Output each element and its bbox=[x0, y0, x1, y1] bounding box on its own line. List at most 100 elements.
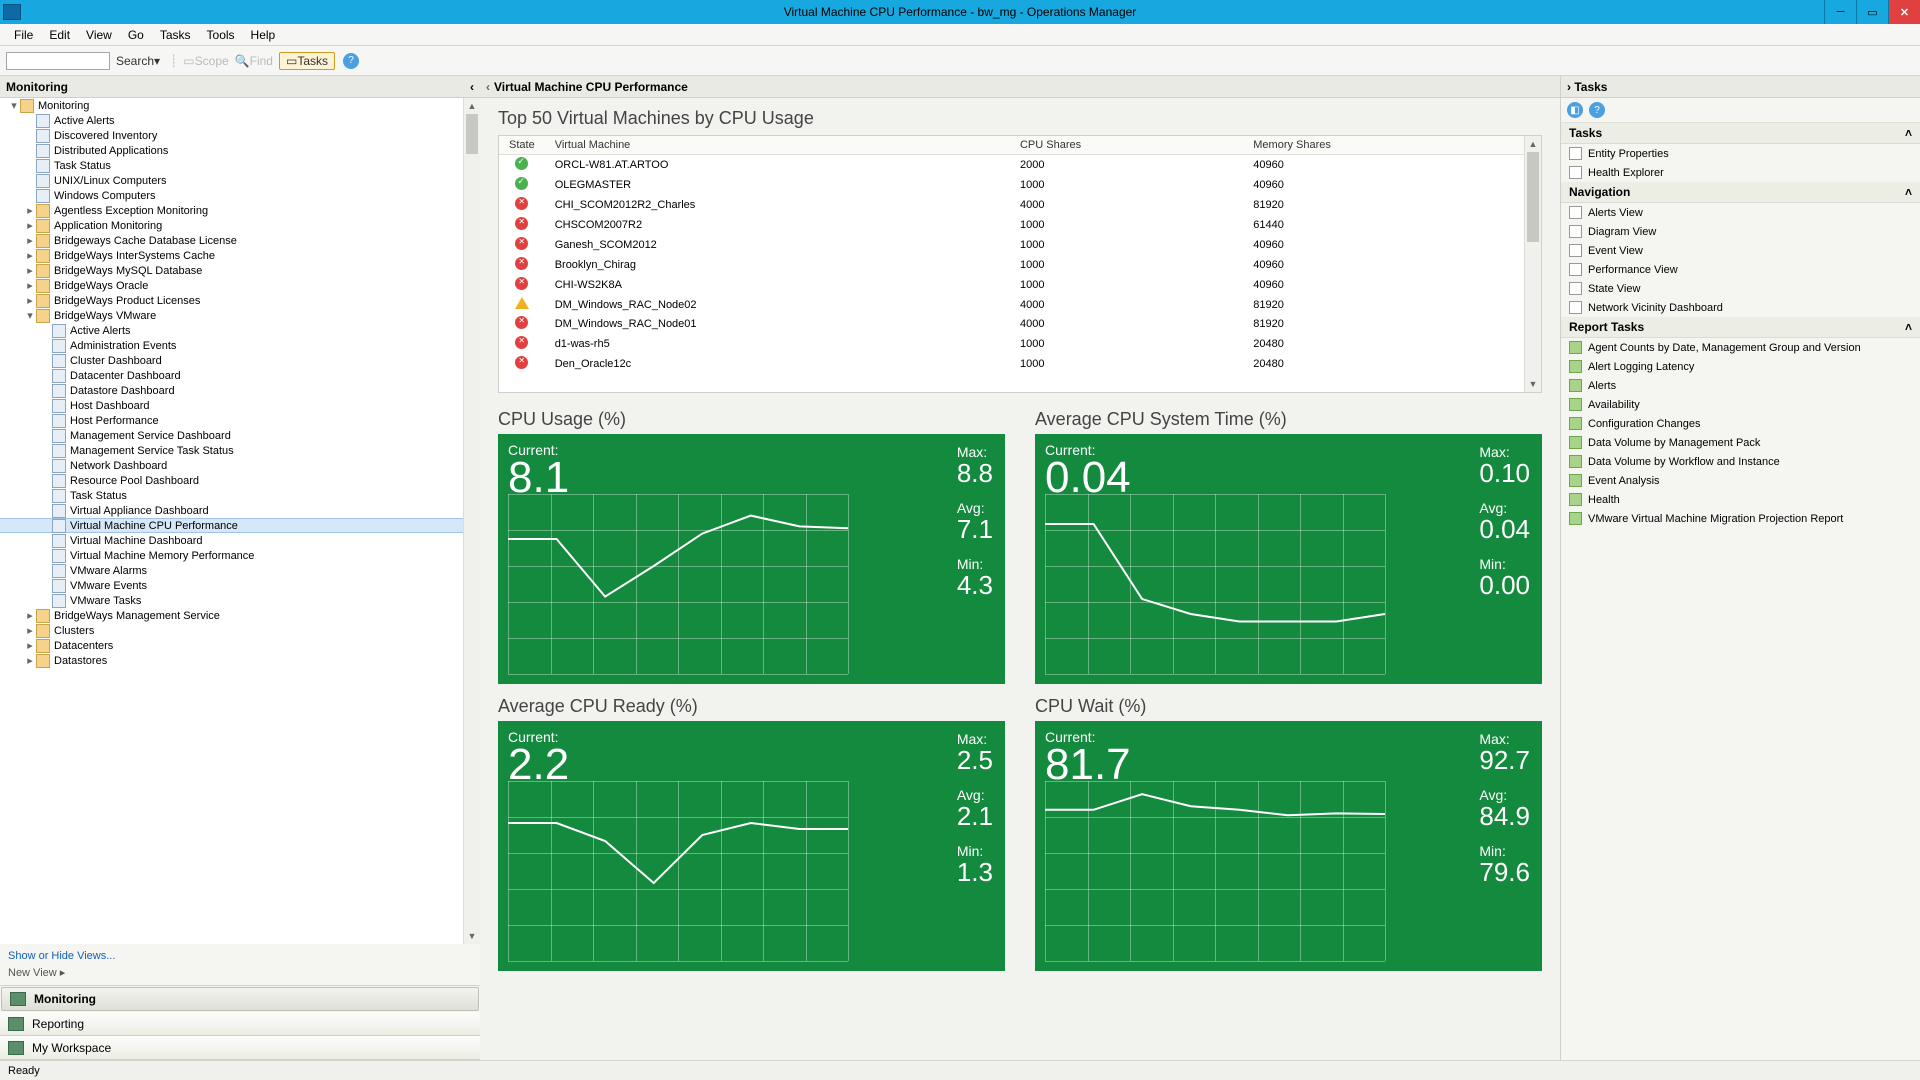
task-item[interactable]: Entity Properties bbox=[1561, 144, 1920, 163]
tree-item[interactable]: BridgeWays Product Licenses bbox=[0, 293, 480, 308]
tree-item[interactable]: Distributed Applications bbox=[0, 143, 480, 158]
tree-item[interactable]: VMware Alarms bbox=[0, 563, 480, 578]
tree-item[interactable]: Task Status bbox=[0, 488, 480, 503]
tree-item[interactable]: Virtual Machine Dashboard bbox=[0, 533, 480, 548]
table-row[interactable]: Brooklyn_Chirag100040960 bbox=[499, 255, 1524, 275]
task-item[interactable]: Health Explorer bbox=[1561, 163, 1920, 182]
workspace-monitoring[interactable]: Monitoring bbox=[1, 987, 479, 1011]
tasks-section-header[interactable]: Tasks˄ bbox=[1561, 123, 1920, 144]
table-row[interactable]: Den_Oracle12c100020480 bbox=[499, 354, 1524, 374]
task-item[interactable]: Agent Counts by Date, Management Group a… bbox=[1561, 338, 1920, 357]
task-item[interactable]: Event View bbox=[1561, 241, 1920, 260]
tree-item[interactable]: Windows Computers bbox=[0, 188, 480, 203]
tasks-help-icon[interactable]: ? bbox=[1589, 102, 1605, 118]
workspace-my-workspace[interactable]: My Workspace bbox=[0, 1036, 480, 1060]
find-button[interactable]: 🔍 Find bbox=[235, 54, 273, 68]
tree-item[interactable]: Virtual Machine Memory Performance bbox=[0, 548, 480, 563]
tree-item[interactable]: UNIX/Linux Computers bbox=[0, 173, 480, 188]
table-row[interactable]: d1-was-rh5100020480 bbox=[499, 334, 1524, 354]
tasks-toggle-button[interactable]: ▭ Tasks bbox=[279, 52, 335, 70]
tree-item[interactable]: Clusters bbox=[0, 623, 480, 638]
close-button[interactable]: ✕ bbox=[1888, 0, 1920, 24]
tree-item[interactable]: Administration Events bbox=[0, 338, 480, 353]
menu-view[interactable]: View bbox=[78, 26, 120, 44]
task-item[interactable]: Diagram View bbox=[1561, 222, 1920, 241]
task-item[interactable]: Network Vicinity Dashboard bbox=[1561, 298, 1920, 317]
table-row[interactable]: CHI-WS2K8A100040960 bbox=[499, 275, 1524, 295]
task-item[interactable]: Availability bbox=[1561, 395, 1920, 414]
menu-go[interactable]: Go bbox=[120, 26, 152, 44]
tree-item[interactable]: Active Alerts bbox=[0, 113, 480, 128]
new-view-link[interactable]: New View ▸ bbox=[8, 964, 472, 981]
table-row[interactable]: DM_Windows_RAC_Node02400081920 bbox=[499, 295, 1524, 314]
menu-tools[interactable]: Tools bbox=[199, 26, 243, 44]
tasks-section-header[interactable]: Report Tasks˄ bbox=[1561, 317, 1920, 338]
menu-file[interactable]: File bbox=[6, 26, 41, 44]
tree-item[interactable]: VMware Tasks bbox=[0, 593, 480, 608]
table-row[interactable]: Ganesh_SCOM2012100040960 bbox=[499, 235, 1524, 255]
column-header[interactable]: CPU Shares bbox=[1010, 136, 1243, 155]
nav-tree[interactable]: MonitoringActive AlertsDiscovered Invent… bbox=[0, 98, 480, 944]
tree-item[interactable]: Task Status bbox=[0, 158, 480, 173]
tree-item[interactable]: Bridgeways Cache Database License bbox=[0, 233, 480, 248]
tree-item[interactable]: Application Monitoring bbox=[0, 218, 480, 233]
tree-item[interactable]: Host Performance bbox=[0, 413, 480, 428]
task-item[interactable]: State View bbox=[1561, 279, 1920, 298]
maximize-button[interactable]: ▭ bbox=[1856, 0, 1888, 24]
tree-item[interactable]: Host Dashboard bbox=[0, 398, 480, 413]
tree-item[interactable]: BridgeWays VMware bbox=[0, 308, 480, 323]
tree-item[interactable]: Resource Pool Dashboard bbox=[0, 473, 480, 488]
collapse-nav-icon[interactable]: ‹ bbox=[470, 80, 474, 94]
tree-item[interactable]: Agentless Exception Monitoring bbox=[0, 203, 480, 218]
nav-scrollbar[interactable]: ▲ ▼ bbox=[463, 98, 480, 944]
tree-item[interactable]: BridgeWays Oracle bbox=[0, 278, 480, 293]
table-row[interactable]: ORCL-W81.AT.ARTOO200040960 bbox=[499, 155, 1524, 176]
table-scrollbar[interactable]: ▲▼ bbox=[1524, 136, 1541, 392]
back-icon[interactable]: ‹ bbox=[486, 80, 490, 94]
show-hide-views-link[interactable]: Show or Hide Views... bbox=[8, 948, 472, 964]
table-row[interactable]: DM_Windows_RAC_Node01400081920 bbox=[499, 314, 1524, 334]
tree-item[interactable]: Active Alerts bbox=[0, 323, 480, 338]
task-item[interactable]: Alerts bbox=[1561, 376, 1920, 395]
workspace-reporting[interactable]: Reporting bbox=[0, 1012, 480, 1036]
task-item[interactable]: Data Volume by Workflow and Instance bbox=[1561, 452, 1920, 471]
task-item[interactable]: Event Analysis bbox=[1561, 471, 1920, 490]
task-item[interactable]: Alerts View bbox=[1561, 203, 1920, 222]
scroll-down-icon[interactable]: ▼ bbox=[464, 928, 480, 944]
tree-item[interactable]: Datastores bbox=[0, 653, 480, 668]
column-header[interactable]: Virtual Machine bbox=[545, 136, 1010, 155]
column-header[interactable]: State bbox=[499, 136, 545, 155]
tree-item[interactable]: VMware Events bbox=[0, 578, 480, 593]
tree-item[interactable]: Cluster Dashboard bbox=[0, 353, 480, 368]
tree-item[interactable]: Network Dashboard bbox=[0, 458, 480, 473]
tasks-section-header[interactable]: Navigation˄ bbox=[1561, 182, 1920, 203]
tree-item[interactable]: Datacenter Dashboard bbox=[0, 368, 480, 383]
expand-tasks-icon[interactable]: › bbox=[1567, 80, 1571, 94]
tree-item[interactable]: Datastore Dashboard bbox=[0, 383, 480, 398]
menu-help[interactable]: Help bbox=[243, 26, 284, 44]
scroll-thumb[interactable] bbox=[466, 114, 478, 154]
minimize-button[interactable]: ─ bbox=[1824, 0, 1856, 24]
column-header[interactable]: Memory Shares bbox=[1243, 136, 1524, 155]
tree-item[interactable]: BridgeWays InterSystems Cache bbox=[0, 248, 480, 263]
tree-item[interactable]: Datacenters bbox=[0, 638, 480, 653]
tree-item[interactable]: Management Service Dashboard bbox=[0, 428, 480, 443]
task-item[interactable]: Health bbox=[1561, 490, 1920, 509]
task-item[interactable]: Performance View bbox=[1561, 260, 1920, 279]
search-input[interactable] bbox=[6, 52, 110, 70]
table-row[interactable]: OLEGMASTER100040960 bbox=[499, 175, 1524, 195]
scope-button[interactable]: ▭ Scope bbox=[183, 54, 228, 68]
tree-item[interactable]: Monitoring bbox=[0, 98, 480, 113]
menu-edit[interactable]: Edit bbox=[41, 26, 78, 44]
menu-tasks[interactable]: Tasks bbox=[152, 26, 199, 44]
tree-item[interactable]: BridgeWays MySQL Database bbox=[0, 263, 480, 278]
table-row[interactable]: CHSCOM2007R2100061440 bbox=[499, 215, 1524, 235]
table-row[interactable]: CHI_SCOM2012R2_Charles400081920 bbox=[499, 195, 1524, 215]
tree-item[interactable]: Virtual Appliance Dashboard bbox=[0, 503, 480, 518]
task-item[interactable]: Alert Logging Latency bbox=[1561, 357, 1920, 376]
tree-item[interactable]: BridgeWays Management Service bbox=[0, 608, 480, 623]
task-item[interactable]: VMware Virtual Machine Migration Project… bbox=[1561, 509, 1920, 528]
tree-item[interactable]: Discovered Inventory bbox=[0, 128, 480, 143]
tasks-action-icon[interactable]: ◧ bbox=[1567, 102, 1583, 118]
task-item[interactable]: Configuration Changes bbox=[1561, 414, 1920, 433]
